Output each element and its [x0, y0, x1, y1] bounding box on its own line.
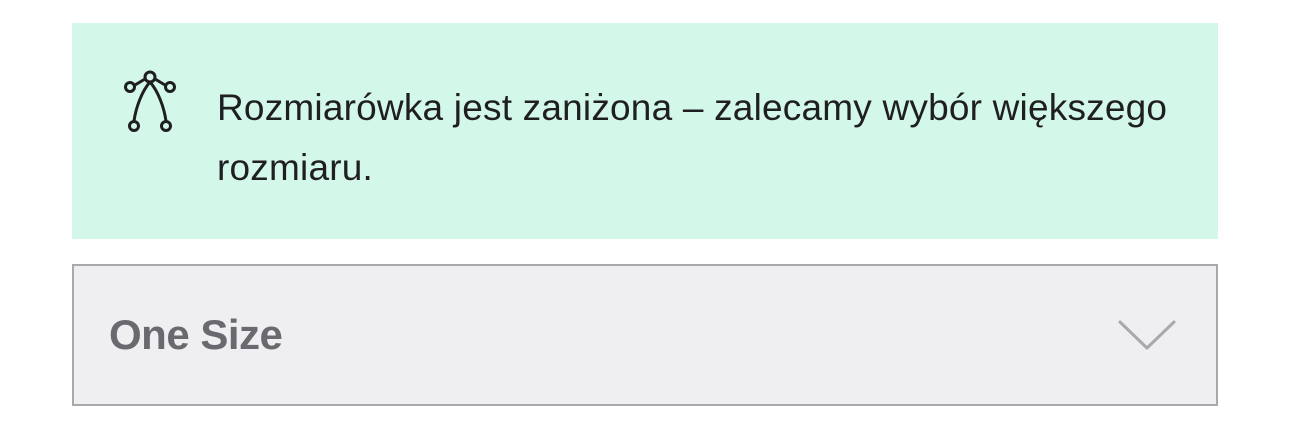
size-advice-notice: Rozmiarówka jest zaniżona – zalecamy wyb… — [72, 23, 1218, 239]
chevron-down-icon — [1116, 318, 1178, 354]
notice-text: Rozmiarówka jest zaniżona – zalecamy wyb… — [217, 87, 1168, 188]
selected-size-value: One Size — [109, 311, 283, 358]
page: Rozmiarówka jest zaniżona – zalecamy wyb… — [0, 0, 1290, 421]
curve-anchor-icon — [122, 69, 178, 133]
size-select[interactable]: One Size — [72, 264, 1218, 406]
